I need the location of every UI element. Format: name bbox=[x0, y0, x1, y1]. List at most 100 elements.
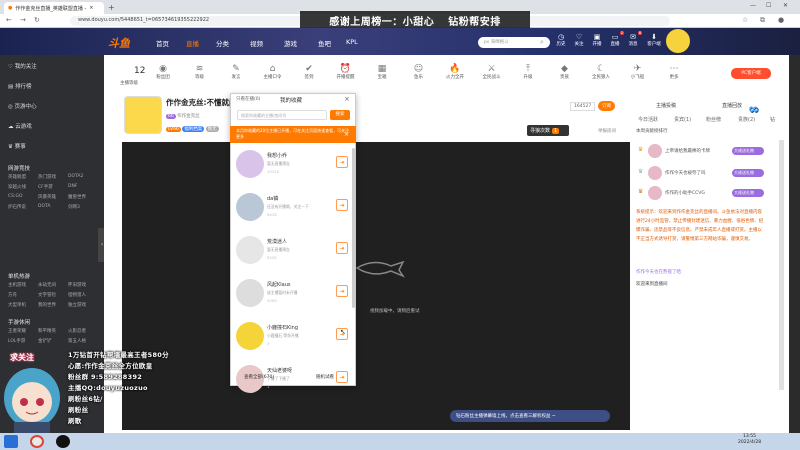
sidebar-item-rank[interactable]: ▤ 排行榜 bbox=[8, 82, 31, 90]
sidebar-category-link[interactable]: 文字冒险 bbox=[38, 292, 68, 298]
sidebar-category-link[interactable]: 金铲铲 bbox=[38, 338, 68, 344]
pikachu-avatar[interactable] bbox=[666, 29, 690, 53]
rank-name[interactable]: 上帝请给我最棒的卡牌 bbox=[665, 148, 710, 154]
sidebar-category-link[interactable]: 永劫无间 bbox=[38, 282, 68, 288]
sidebar-category-link[interactable]: 和平精英 bbox=[38, 328, 68, 334]
sidebar-category-link[interactable]: 火影忍者 bbox=[68, 328, 98, 334]
sidebar-category-link[interactable]: 独立游戏 bbox=[68, 302, 98, 308]
sidebar-category-link[interactable]: CF手游 bbox=[38, 184, 68, 190]
toolbar-item[interactable]: ▦ 宝箱 bbox=[367, 64, 397, 80]
close-icon[interactable]: × bbox=[344, 95, 350, 103]
avatar[interactable] bbox=[236, 322, 264, 350]
sidebar-category-link[interactable]: 魔兽世界 bbox=[68, 194, 98, 200]
enter-room-icon[interactable]: ⇥ bbox=[336, 199, 348, 211]
sidebar-item-events[interactable]: ♛ 赛事 bbox=[8, 142, 26, 150]
rp-tab-replay[interactable]: 直播回放 bbox=[722, 102, 742, 109]
sidebar-item-webgame[interactable]: ◎ 页游中心 bbox=[8, 102, 37, 110]
avatar[interactable] bbox=[648, 166, 662, 180]
enter-room-icon[interactable]: ⇥ bbox=[336, 285, 348, 297]
favorites-search-button[interactable]: 搜索 bbox=[330, 110, 350, 120]
favorites-scrollbar[interactable] bbox=[352, 148, 355, 308]
obs-icon[interactable] bbox=[56, 435, 70, 448]
new-tab-icon[interactable]: + bbox=[108, 3, 115, 12]
toolbar-item[interactable]: ◆ 贵族 bbox=[550, 64, 580, 80]
nav-live[interactable]: 直播 bbox=[186, 38, 199, 48]
tab-close-icon[interactable]: × bbox=[89, 5, 93, 11]
nav-kpl[interactable]: KPL bbox=[346, 38, 358, 46]
toolbar-item[interactable]: ◉ 粉丝团 bbox=[148, 64, 178, 80]
reload-icon[interactable]: ↻ bbox=[34, 16, 40, 24]
sidebar-category-link[interactable]: 王者荣耀 bbox=[8, 328, 38, 334]
header-live[interactable]: ▭ 直播 2 bbox=[608, 31, 624, 47]
sidebar-category-link[interactable]: DOTA2 bbox=[68, 174, 98, 180]
toolbar-item[interactable]: ⏰ 开播提醒 bbox=[331, 64, 361, 80]
enter-room-icon[interactable]: ⇥ bbox=[336, 242, 348, 254]
sidebar-category-link[interactable]: 怀旧游戏 bbox=[68, 282, 98, 288]
toolbar-item[interactable]: ☾ 全民狼人 bbox=[586, 64, 616, 80]
sidebar-category-link[interactable]: 风暴英雄 bbox=[38, 194, 68, 200]
header-client[interactable]: ⬇ 客户端 bbox=[644, 33, 664, 47]
rank-name[interactable]: 作作的小助手CCVG bbox=[665, 190, 705, 196]
douyu-logo[interactable]: 斗鱼 bbox=[108, 35, 130, 51]
forward-icon[interactable]: → bbox=[20, 16, 26, 24]
avatar[interactable] bbox=[648, 144, 662, 158]
subscribe-button[interactable]: 订阅 bbox=[598, 101, 615, 111]
sidebar-category-link[interactable]: LOL手游 bbox=[8, 338, 38, 344]
view-all-link[interactable]: 查看全部(670) bbox=[244, 374, 274, 380]
toolbar-item[interactable]: ⋯ 更多 bbox=[659, 64, 689, 80]
rank-gift-button[interactable]: 大佬送礼物 bbox=[732, 169, 764, 177]
sidebar-category-link[interactable]: 怪物猎人 bbox=[68, 292, 98, 298]
rank-name[interactable]: 作作今天也被夸了吗 bbox=[665, 170, 706, 176]
sidebar-category-link[interactable]: 主机游戏 bbox=[8, 282, 38, 288]
toolbar-item[interactable]: ≋ 等级 bbox=[185, 64, 215, 80]
nav-games[interactable]: 游戏 bbox=[284, 38, 297, 48]
video-player[interactable] bbox=[122, 142, 630, 430]
sidebar-item-cloudgame[interactable]: ☁ 云游戏 bbox=[8, 122, 32, 130]
star-icon[interactable]: ☆ bbox=[742, 16, 748, 24]
profile-icon[interactable]: ● bbox=[778, 16, 784, 24]
favorite-name[interactable]: 我想小乔 bbox=[267, 152, 287, 159]
avatar[interactable] bbox=[236, 236, 264, 264]
streamer-avatar[interactable] bbox=[124, 96, 162, 134]
sidebar-category-link[interactable]: 大型单机 bbox=[8, 302, 38, 308]
rank-gift-button[interactable]: 大佬送礼物 bbox=[732, 189, 764, 197]
rp-subtab-fans[interactable]: 粉丝榜 bbox=[706, 116, 721, 123]
toolbar-item[interactable]: ⤒ 升级 bbox=[513, 64, 543, 80]
start-icon[interactable] bbox=[4, 435, 18, 448]
sidebar-category-link[interactable]: 炉石传说 bbox=[8, 204, 38, 210]
toolbar-item[interactable]: ✔ 签到 bbox=[294, 64, 324, 80]
rp-subtab-vip[interactable]: 贵宾(1) bbox=[674, 116, 691, 123]
chrome-icon[interactable] bbox=[30, 435, 44, 448]
rp-subtab-active[interactable]: 今日活跃 bbox=[638, 116, 658, 123]
report-room-link[interactable]: 举报房间 bbox=[598, 128, 616, 134]
nav-home[interactable]: 首页 bbox=[156, 38, 169, 48]
header-follow[interactable]: ♡ 关注 bbox=[572, 33, 586, 47]
toolbar-item[interactable]: ⌂ 主播口令 bbox=[258, 64, 288, 80]
room-num-button[interactable]: 寻狼次数 1 bbox=[527, 125, 569, 136]
sidebar-category-link[interactable]: DNF bbox=[68, 184, 98, 190]
nav-video[interactable]: 视频 bbox=[250, 38, 263, 48]
avatar[interactable] bbox=[236, 150, 264, 178]
search-icon[interactable]: ⌕ bbox=[540, 38, 544, 47]
sidebar-item-follow[interactable]: ♡ 我的关注 bbox=[8, 62, 37, 70]
sidebar-category-link[interactable]: DOTA bbox=[38, 204, 68, 210]
toolbar-item[interactable]: ⚔ 全民战斗 bbox=[477, 64, 507, 80]
favorite-name[interactable]: da镇 bbox=[267, 195, 278, 202]
sidebar-category-link[interactable]: 热门游戏 bbox=[38, 174, 68, 180]
favorite-name[interactable]: 荒漠迷人 bbox=[267, 238, 287, 245]
sidebar-category-link[interactable]: 剑网3 bbox=[68, 204, 98, 210]
toolbar-item[interactable]: ✎ 发言 bbox=[221, 64, 251, 80]
sidebar-category-link[interactable]: 穿越火线 bbox=[8, 184, 38, 190]
avatar[interactable] bbox=[236, 193, 264, 221]
minimize-icon[interactable]: — bbox=[750, 2, 756, 9]
pc-client-button[interactable]: PC客户端 bbox=[731, 68, 771, 79]
header-start-live[interactable]: ▣ 开播 bbox=[590, 33, 604, 47]
favorite-name[interactable]: 小鹿撞石King bbox=[267, 324, 298, 331]
rank-gift-button[interactable]: 大佬送礼物 bbox=[732, 147, 764, 155]
sidebar-category-link[interactable]: CS:GO bbox=[8, 194, 38, 200]
header-history[interactable]: ◷ 历史 bbox=[554, 33, 568, 47]
favorites-search-input[interactable]: 搜索你收藏的主播/房间号 bbox=[237, 110, 327, 120]
chat-scrollbar[interactable] bbox=[779, 140, 784, 390]
uploader-name[interactable]: 作作金克丝 bbox=[177, 114, 200, 119]
toolbar-item[interactable]: ✈ 小飞船 bbox=[623, 64, 653, 80]
